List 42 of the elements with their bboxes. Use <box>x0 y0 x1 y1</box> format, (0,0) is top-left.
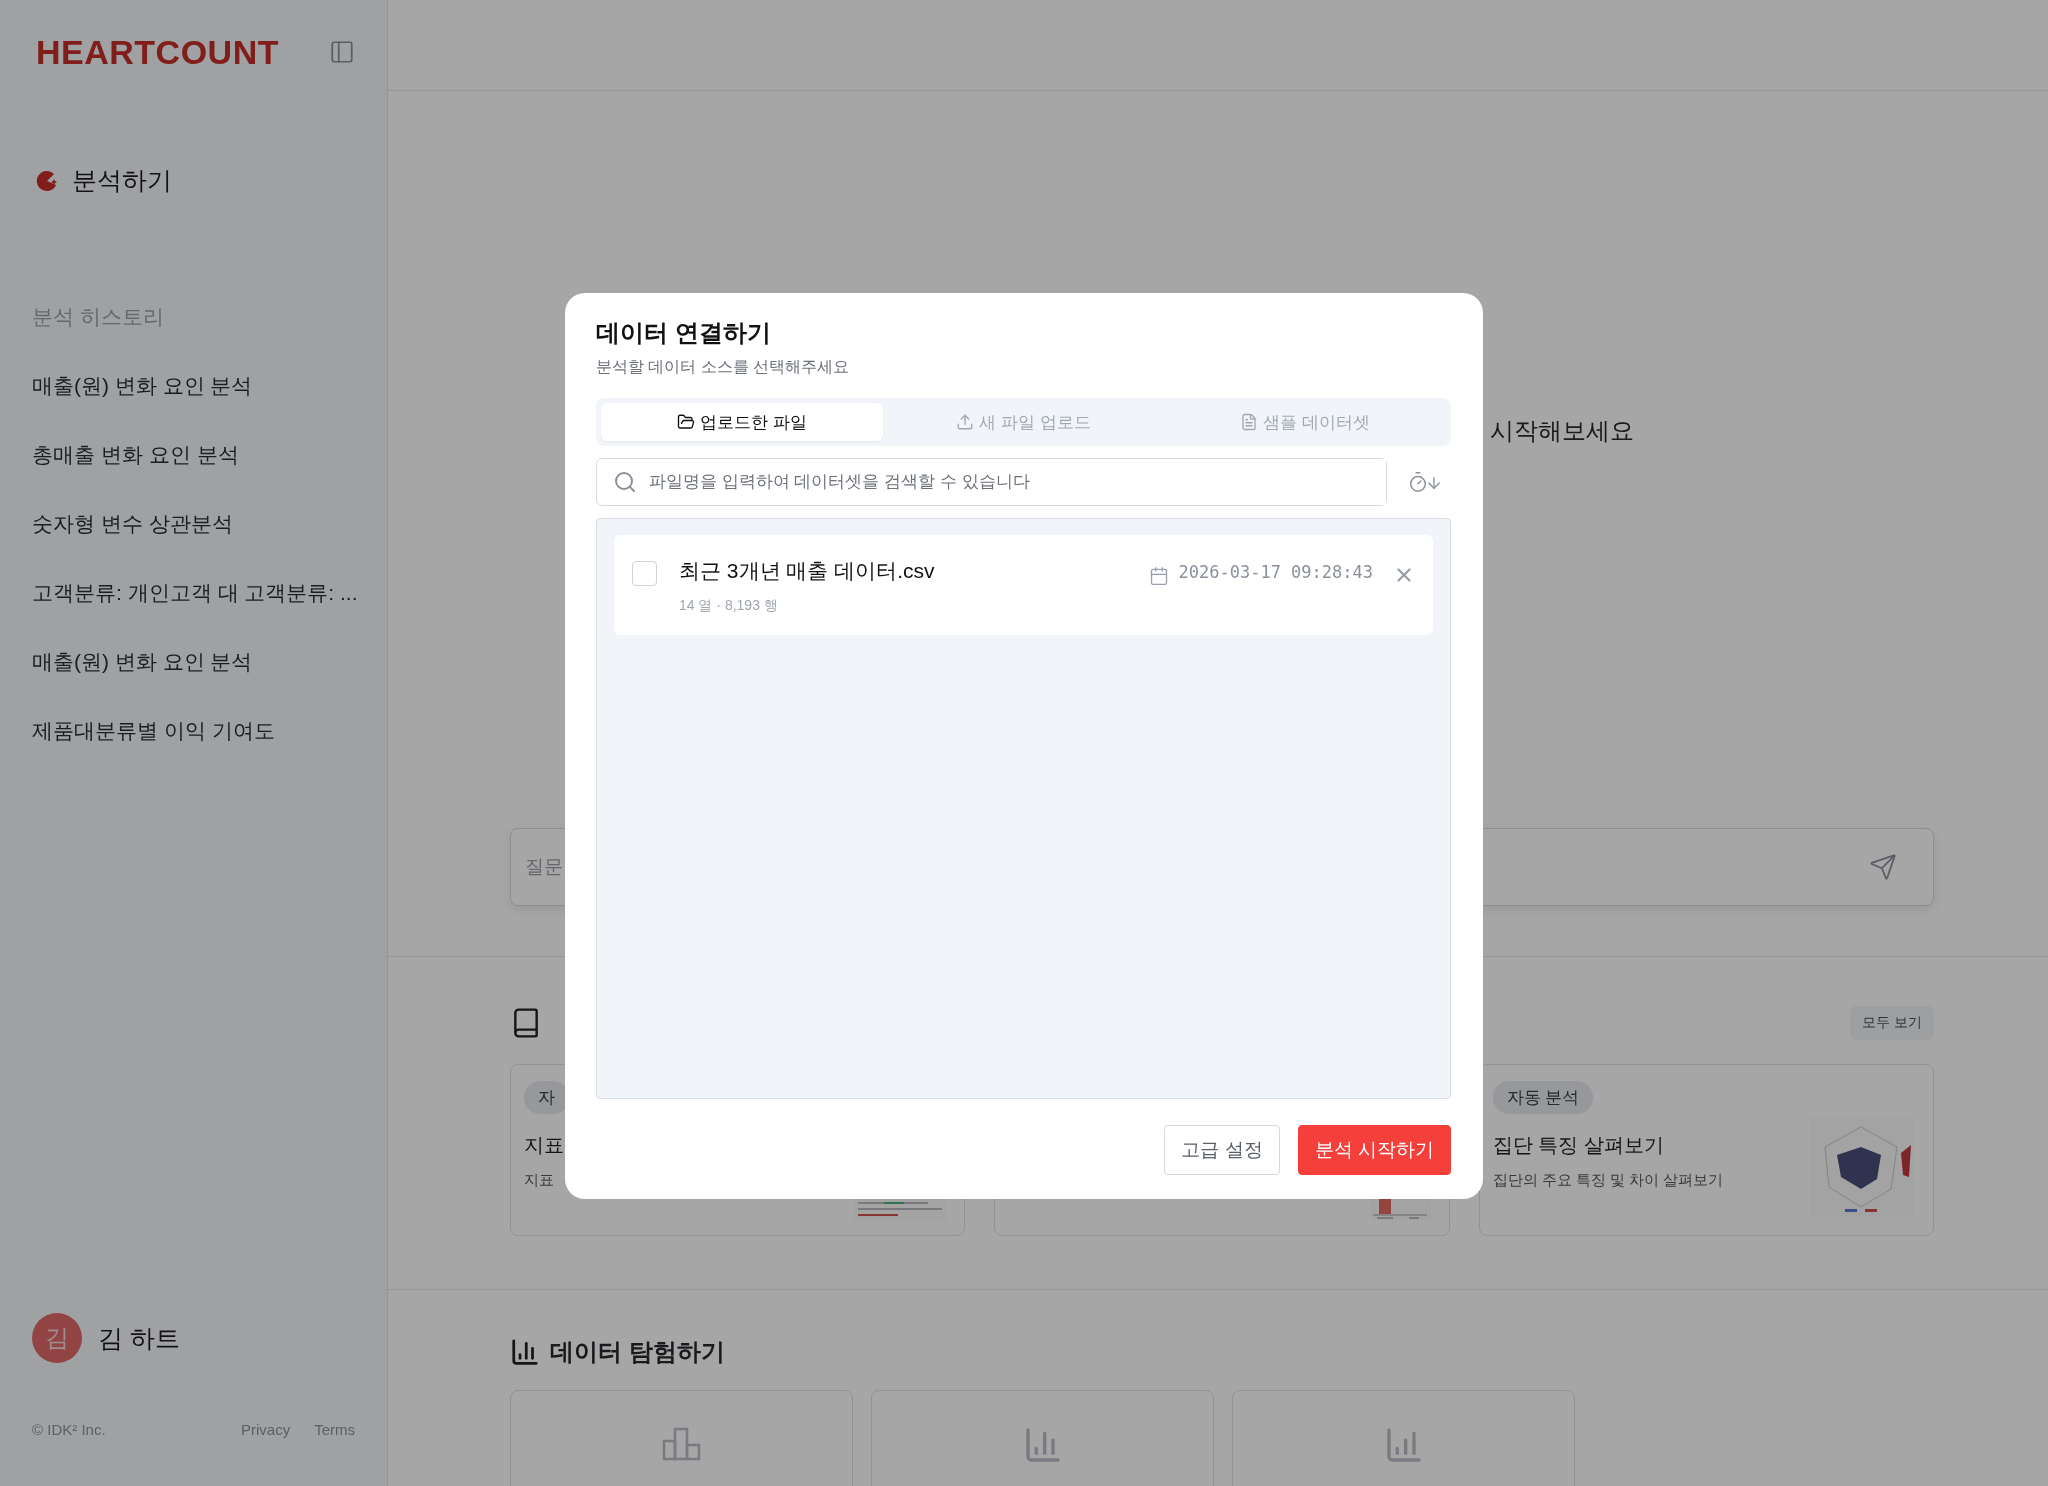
section-title: 데이터 탐험하기 <box>550 1337 725 1367</box>
history-item[interactable]: 숫자형 변수 상관분석 <box>32 510 233 538</box>
bar-chart-icon <box>510 1337 540 1367</box>
bar-chart-icon <box>661 1425 702 1461</box>
history-item[interactable]: 제품대분류별 이익 기여도 <box>32 717 275 745</box>
view-all-button[interactable]: 모두 보기 <box>1850 1006 1934 1040</box>
sidebar-toggle-icon[interactable] <box>329 39 355 65</box>
dialog-subtitle: 분석할 데이터 소스를 선택해주세요 <box>596 357 851 377</box>
folder-icon <box>676 413 695 431</box>
document-icon <box>1240 413 1259 431</box>
file-name: 최근 3개년 매출 데이터.csv <box>679 558 935 584</box>
file-item[interactable]: 최근 3개년 매출 데이터.csv 14 열 · 8,193 행 2026-03-17 09:28:43 <box>614 535 1433 635</box>
file-date: 2026-03-17 09:28:43 <box>1178 562 1373 582</box>
upload-icon <box>956 413 975 431</box>
history-item[interactable]: 매출(원) 변화 요인 분석 <box>32 372 253 400</box>
card-title: 집단 특징 살펴보기 <box>1492 1133 1664 1158</box>
tab[interactable]: 업로드한 파일 <box>601 403 883 441</box>
copyright: © IDK² Inc. <box>32 1421 107 1438</box>
logo: HEARTCOUNT <box>36 32 279 72</box>
card-description: 집단의 주요 특징 및 차이 살펴보기 <box>1492 1171 1724 1190</box>
card-title: 지표 <box>524 1133 564 1158</box>
new-analysis-button[interactable]: 분석하기 <box>32 164 172 197</box>
card-description: 지표 <box>524 1171 554 1190</box>
tag: 자동 분석 <box>1492 1081 1594 1114</box>
search-icon <box>613 470 637 494</box>
hero-text: 시작해보세요 <box>1490 416 1634 446</box>
history-item[interactable]: 총매출 변화 요인 분석 <box>32 441 239 469</box>
analysis-card[interactable]: 자동 분석 집단 특징 살펴보기 집단의 주요 특징 및 차이 살펴보기 <box>1478 1064 1934 1236</box>
advanced-settings-button[interactable]: 고급 설정 <box>1164 1125 1280 1175</box>
user-name: 김 하트 <box>98 1322 180 1354</box>
user-avatar: 김 <box>32 1313 82 1363</box>
question-field[interactable]: 질문 <box>511 829 1869 905</box>
send-icon[interactable] <box>1869 853 1897 881</box>
calendar-icon <box>1148 566 1169 586</box>
history-heading: 분석 히스토리 <box>32 304 165 330</box>
checkbox[interactable] <box>632 561 657 586</box>
history-item[interactable]: 매출(원) 변화 요인 분석 <box>32 648 253 676</box>
start-analysis-button[interactable]: 분석 시작하기 <box>1297 1125 1451 1175</box>
history-item[interactable]: 고객분류: 개인고객 대 고객분류: ... <box>32 579 358 607</box>
sort-icon[interactable] <box>1407 471 1443 493</box>
dialog-title: 데이터 연결하기 <box>596 318 772 348</box>
file-meta: 14 열 · 8,193 행 <box>679 597 778 615</box>
